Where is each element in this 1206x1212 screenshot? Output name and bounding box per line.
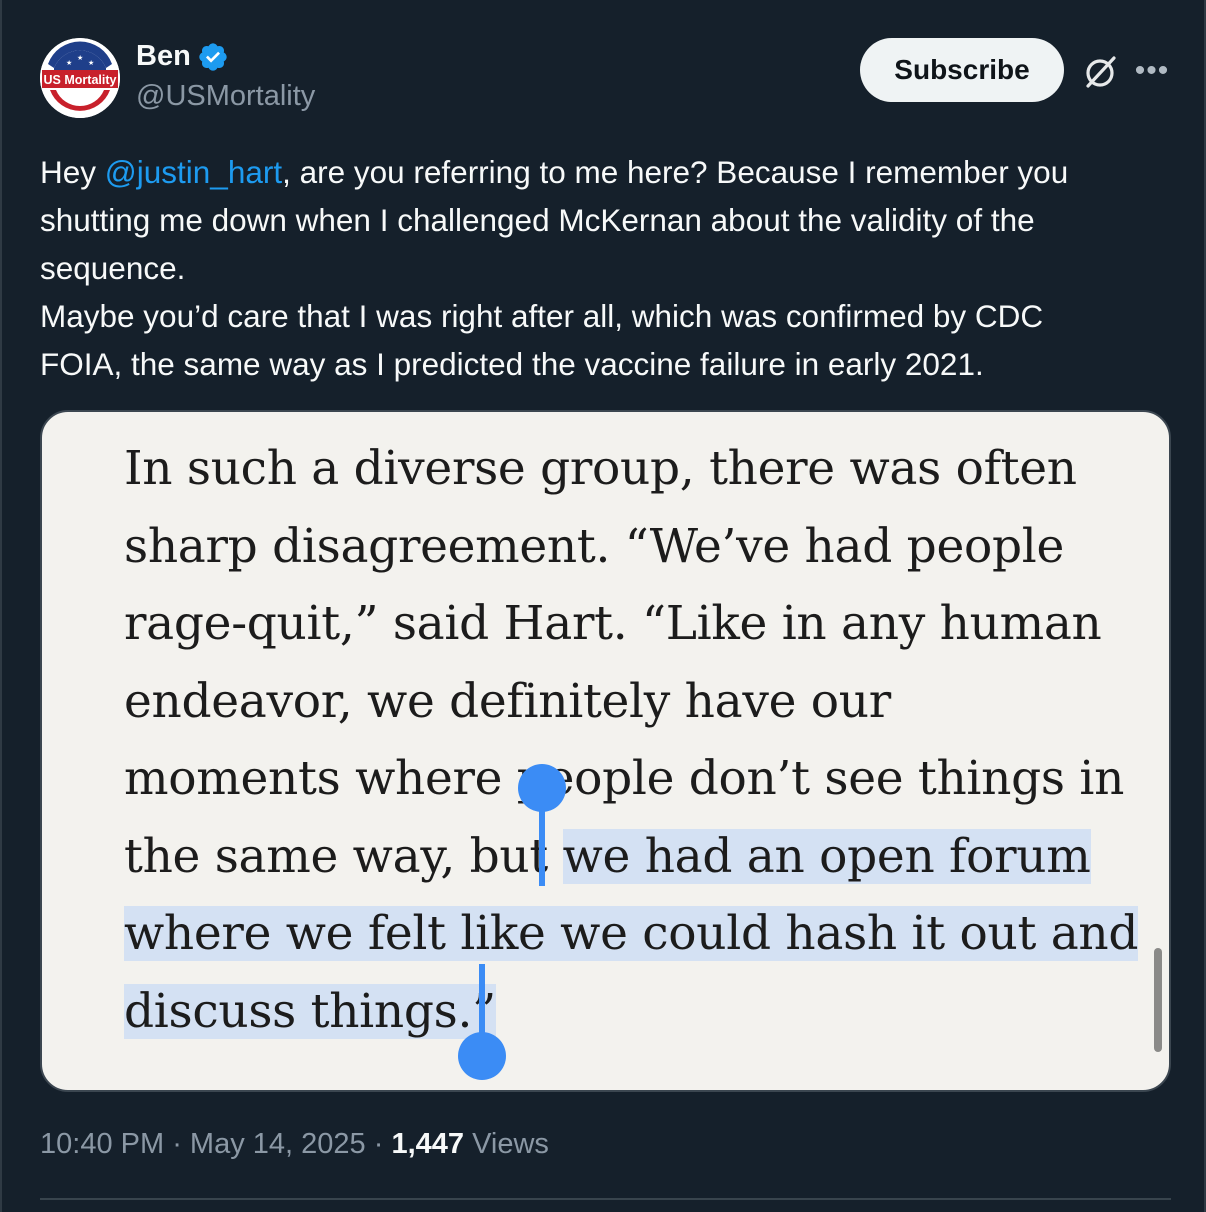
article-line: discuss things.” [124, 973, 1138, 1051]
timestamp-date[interactable]: May 14, 2025 [190, 1128, 366, 1160]
article-line: the same way, but we had an open forum [124, 818, 1138, 896]
svg-text:★: ★ [66, 59, 72, 67]
scrollbar[interactable] [1154, 948, 1162, 1052]
article-line: moments where people don’t see things in [124, 751, 1125, 806]
views-count: 1,447 [391, 1128, 465, 1160]
meta-separator: · [365, 1128, 392, 1160]
author-name[interactable]: Ben [136, 40, 229, 73]
author-name-text: Ben [136, 40, 191, 72]
subscribe-button[interactable]: Subscribe [860, 38, 1064, 102]
tweet-text-line-5: FOIA, the same way as I predicted the va… [40, 346, 984, 382]
article-excerpt: In such a diverse group, there was often… [124, 430, 1138, 1050]
views-label: Views [464, 1128, 549, 1160]
selection-end-handle[interactable] [458, 1032, 506, 1080]
svg-text:★: ★ [88, 59, 94, 67]
article-line: rage-quit,” said Hart. “Like in any huma… [124, 596, 1102, 651]
article-line: endeavor, we definitely have our [124, 673, 891, 729]
article-text-segment: the same way, but [124, 828, 563, 884]
author-avatar[interactable]: ★ ★ ★ US Mortality [40, 38, 120, 118]
meta-separator: · [164, 1128, 190, 1160]
tweet-text-segment: , are you referring to me here? Because … [282, 154, 1069, 190]
tweet-text-line-2: shutting me down when I challenged McKer… [40, 202, 1035, 238]
grok-icon[interactable] [1080, 52, 1120, 92]
mention-link[interactable]: @justin_hart [105, 154, 282, 190]
article-line: sharp disagreement. “We’ve had people [124, 518, 1064, 574]
divider [40, 1198, 1171, 1200]
timestamp-time[interactable]: 10:40 PM [40, 1128, 164, 1160]
selected-text: where we felt like we could hash it out … [124, 906, 1139, 961]
author-handle[interactable]: @USMortality [136, 80, 315, 113]
us-mortality-logo-icon: ★ ★ ★ US Mortality [40, 38, 120, 118]
tweet-meta: 10:40 PM · May 14, 2025 · 1,447 Views [40, 1128, 549, 1161]
tweet-text-line-3: sequence. [40, 250, 186, 286]
tweet-card: ★ ★ ★ US Mortality Ben @USMortality Subs… [0, 0, 1206, 1212]
tweet-text-line-4: Maybe you’d care that I was right after … [40, 298, 1044, 334]
article-line: In such a diverse group, there was often [124, 441, 1077, 496]
tweet-text-line-1: Hey @justin_hart, are you referring to m… [40, 148, 1180, 196]
svg-text:★: ★ [77, 54, 83, 62]
more-options-icon[interactable]: ••• [1134, 56, 1170, 86]
selected-text: we had an open forum [562, 828, 1091, 884]
selection-start-handle[interactable] [518, 764, 566, 812]
article-line: where we felt like we could hash it out … [124, 895, 1138, 973]
attached-image[interactable]: In such a diverse group, there was often… [40, 410, 1171, 1092]
avatar-logo-text: US Mortality [44, 73, 117, 87]
verified-badge-icon [199, 42, 227, 71]
tweet-text: Hey @justin_hart, are you referring to m… [40, 148, 1180, 388]
selected-text: discuss things.” [124, 983, 496, 1039]
tweet-text-segment: Hey [40, 154, 105, 190]
